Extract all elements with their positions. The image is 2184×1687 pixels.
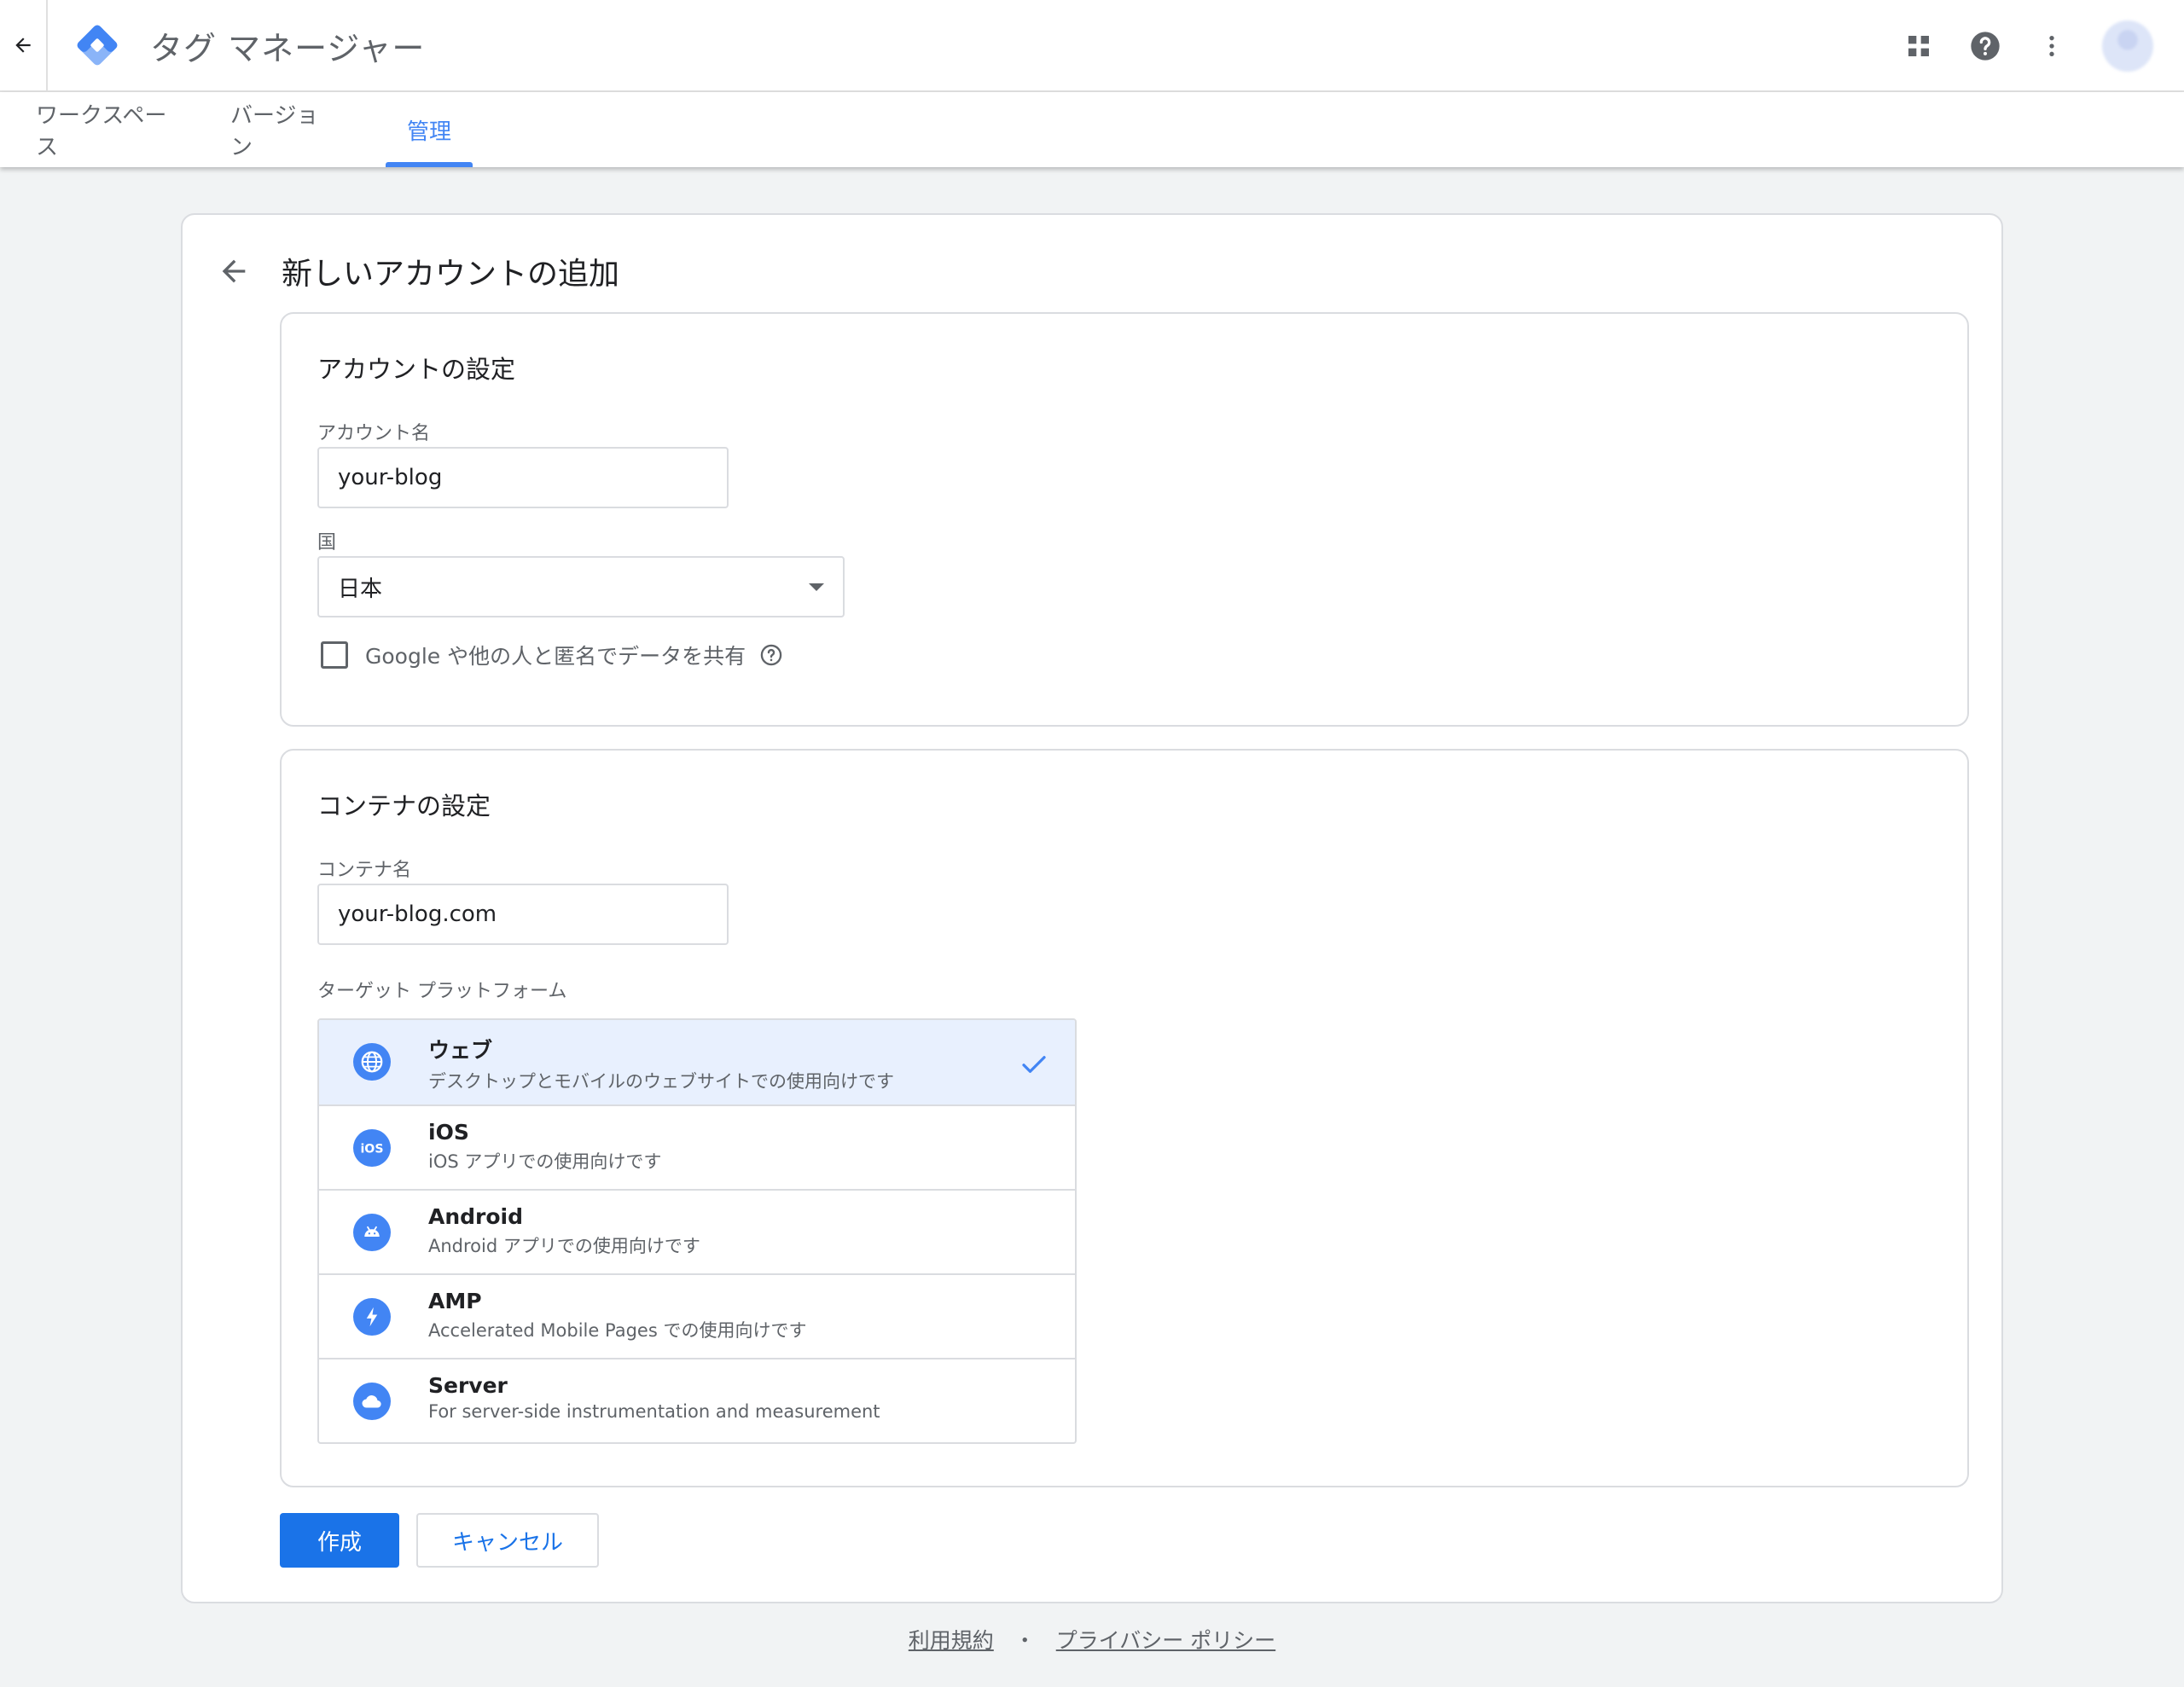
platform-name: Android (428, 1204, 524, 1229)
ios-icon: iOS (353, 1129, 391, 1167)
target-platform-label: ターゲット プラットフォーム (317, 981, 567, 1002)
platform-description: デスクトップとモバイルのウェブサイトでの使用向けです (428, 1071, 894, 1092)
more-vert-icon (2049, 36, 2054, 56)
footer-separator: ・ (1014, 1628, 1036, 1653)
platform-name: ウェブ (428, 1038, 493, 1063)
platform-name: Server (428, 1373, 508, 1398)
app-title: タグ マネージャー (150, 29, 426, 67)
platform-option-android[interactable]: Android Android アプリでの使用向けです (319, 1189, 1075, 1273)
app-bar: タグ マネージャー (0, 0, 2184, 92)
tab-versions[interactable]: バージョン (230, 92, 340, 167)
platform-description: Android アプリでの使用向けです (428, 1236, 700, 1256)
help-circle-icon (1971, 32, 2000, 61)
terms-link[interactable]: 利用規約 (909, 1628, 994, 1653)
section-title: アカウントの設定 (317, 355, 516, 384)
share-data-label: Google や他の人と匿名でデータを共有 (365, 644, 746, 669)
platform-description: For server-side instrumentation and meas… (428, 1401, 880, 1422)
tab-label: バージョン (230, 103, 319, 160)
active-tab-indicator (386, 162, 473, 167)
platform-name: AMP (428, 1289, 482, 1313)
help-button[interactable] (1952, 13, 2018, 79)
share-data-checkbox[interactable] (321, 641, 348, 669)
platform-option-ios[interactable]: iOS iOS iOS アプリでの使用向けです (319, 1104, 1075, 1189)
account-avatar[interactable] (2102, 20, 2153, 72)
platform-description: Accelerated Mobile Pages での使用向けです (428, 1320, 807, 1341)
target-platform-list: ウェブ デスクトップとモバイルのウェブサイトでの使用向けです iOS iOS i… (317, 1018, 1077, 1444)
account-name-label: アカウント名 (317, 423, 431, 444)
tab-bar: ワークスペース バージョン 管理 (0, 92, 2184, 167)
help-outline-icon[interactable] (759, 643, 783, 667)
country-value: 日本 (338, 576, 383, 602)
tab-label: ワークスペース (36, 103, 167, 160)
container-settings-section: コンテナの設定 コンテナ名 your-blog.com ターゲット プラットフォ… (280, 749, 1969, 1487)
platform-option-amp[interactable]: AMP Accelerated Mobile Pages での使用向けです (319, 1273, 1075, 1358)
arrow-back-icon (15, 38, 31, 53)
apps-grid-icon (1908, 36, 1929, 56)
account-settings-section: アカウントの設定 アカウント名 your-blog 国 日本 Google や他… (280, 312, 1969, 727)
privacy-policy-link[interactable]: プライバシー ポリシー (1056, 1628, 1275, 1653)
android-icon (353, 1214, 391, 1251)
arrow-back-icon[interactable] (217, 254, 251, 288)
dropdown-arrow-icon (809, 583, 824, 591)
account-name-input[interactable]: your-blog (317, 447, 729, 508)
create-button[interactable]: 作成 (280, 1513, 399, 1568)
tab-label: 管理 (406, 119, 451, 145)
section-title: コンテナの設定 (317, 791, 491, 820)
svg-text:iOS: iOS (360, 1143, 383, 1157)
container-name-value: your-blog.com (338, 901, 497, 927)
tag-manager-logo (77, 25, 118, 66)
share-data-option: Google や他の人と匿名でデータを共有 (321, 640, 783, 670)
tab-workspace[interactable]: ワークスペース (36, 92, 183, 167)
tab-admin[interactable]: 管理 (386, 92, 473, 167)
platform-description: iOS アプリでの使用向けです (428, 1151, 662, 1172)
container-name-label: コンテナ名 (317, 860, 412, 881)
apps-grid-button[interactable] (1885, 13, 1952, 79)
app-back-button[interactable] (0, 0, 48, 91)
cancel-button[interactable]: キャンセル (416, 1513, 599, 1568)
amp-bolt-icon (353, 1298, 391, 1336)
country-label: 国 (317, 532, 337, 554)
account-name-value: your-blog (338, 465, 443, 490)
web-globe-icon (353, 1043, 391, 1081)
platform-option-server[interactable]: Server For server-side instrumentation a… (319, 1358, 1075, 1442)
more-options-button[interactable] (2018, 13, 2085, 79)
cloud-icon (353, 1383, 391, 1420)
country-select[interactable]: 日本 (317, 556, 845, 617)
add-account-card: 新しいアカウントの追加 アカウントの設定 アカウント名 your-blog 国 … (181, 213, 2003, 1603)
check-icon (1022, 1056, 1046, 1073)
platform-option-web[interactable]: ウェブ デスクトップとモバイルのウェブサイトでの使用向けです (319, 1020, 1075, 1104)
platform-name: iOS (428, 1120, 469, 1145)
footer: 利用規約 ・ プライバシー ポリシー (0, 1624, 2184, 1655)
container-name-input[interactable]: your-blog.com (317, 884, 729, 945)
page-title: 新しいアカウントの追加 (282, 257, 620, 292)
